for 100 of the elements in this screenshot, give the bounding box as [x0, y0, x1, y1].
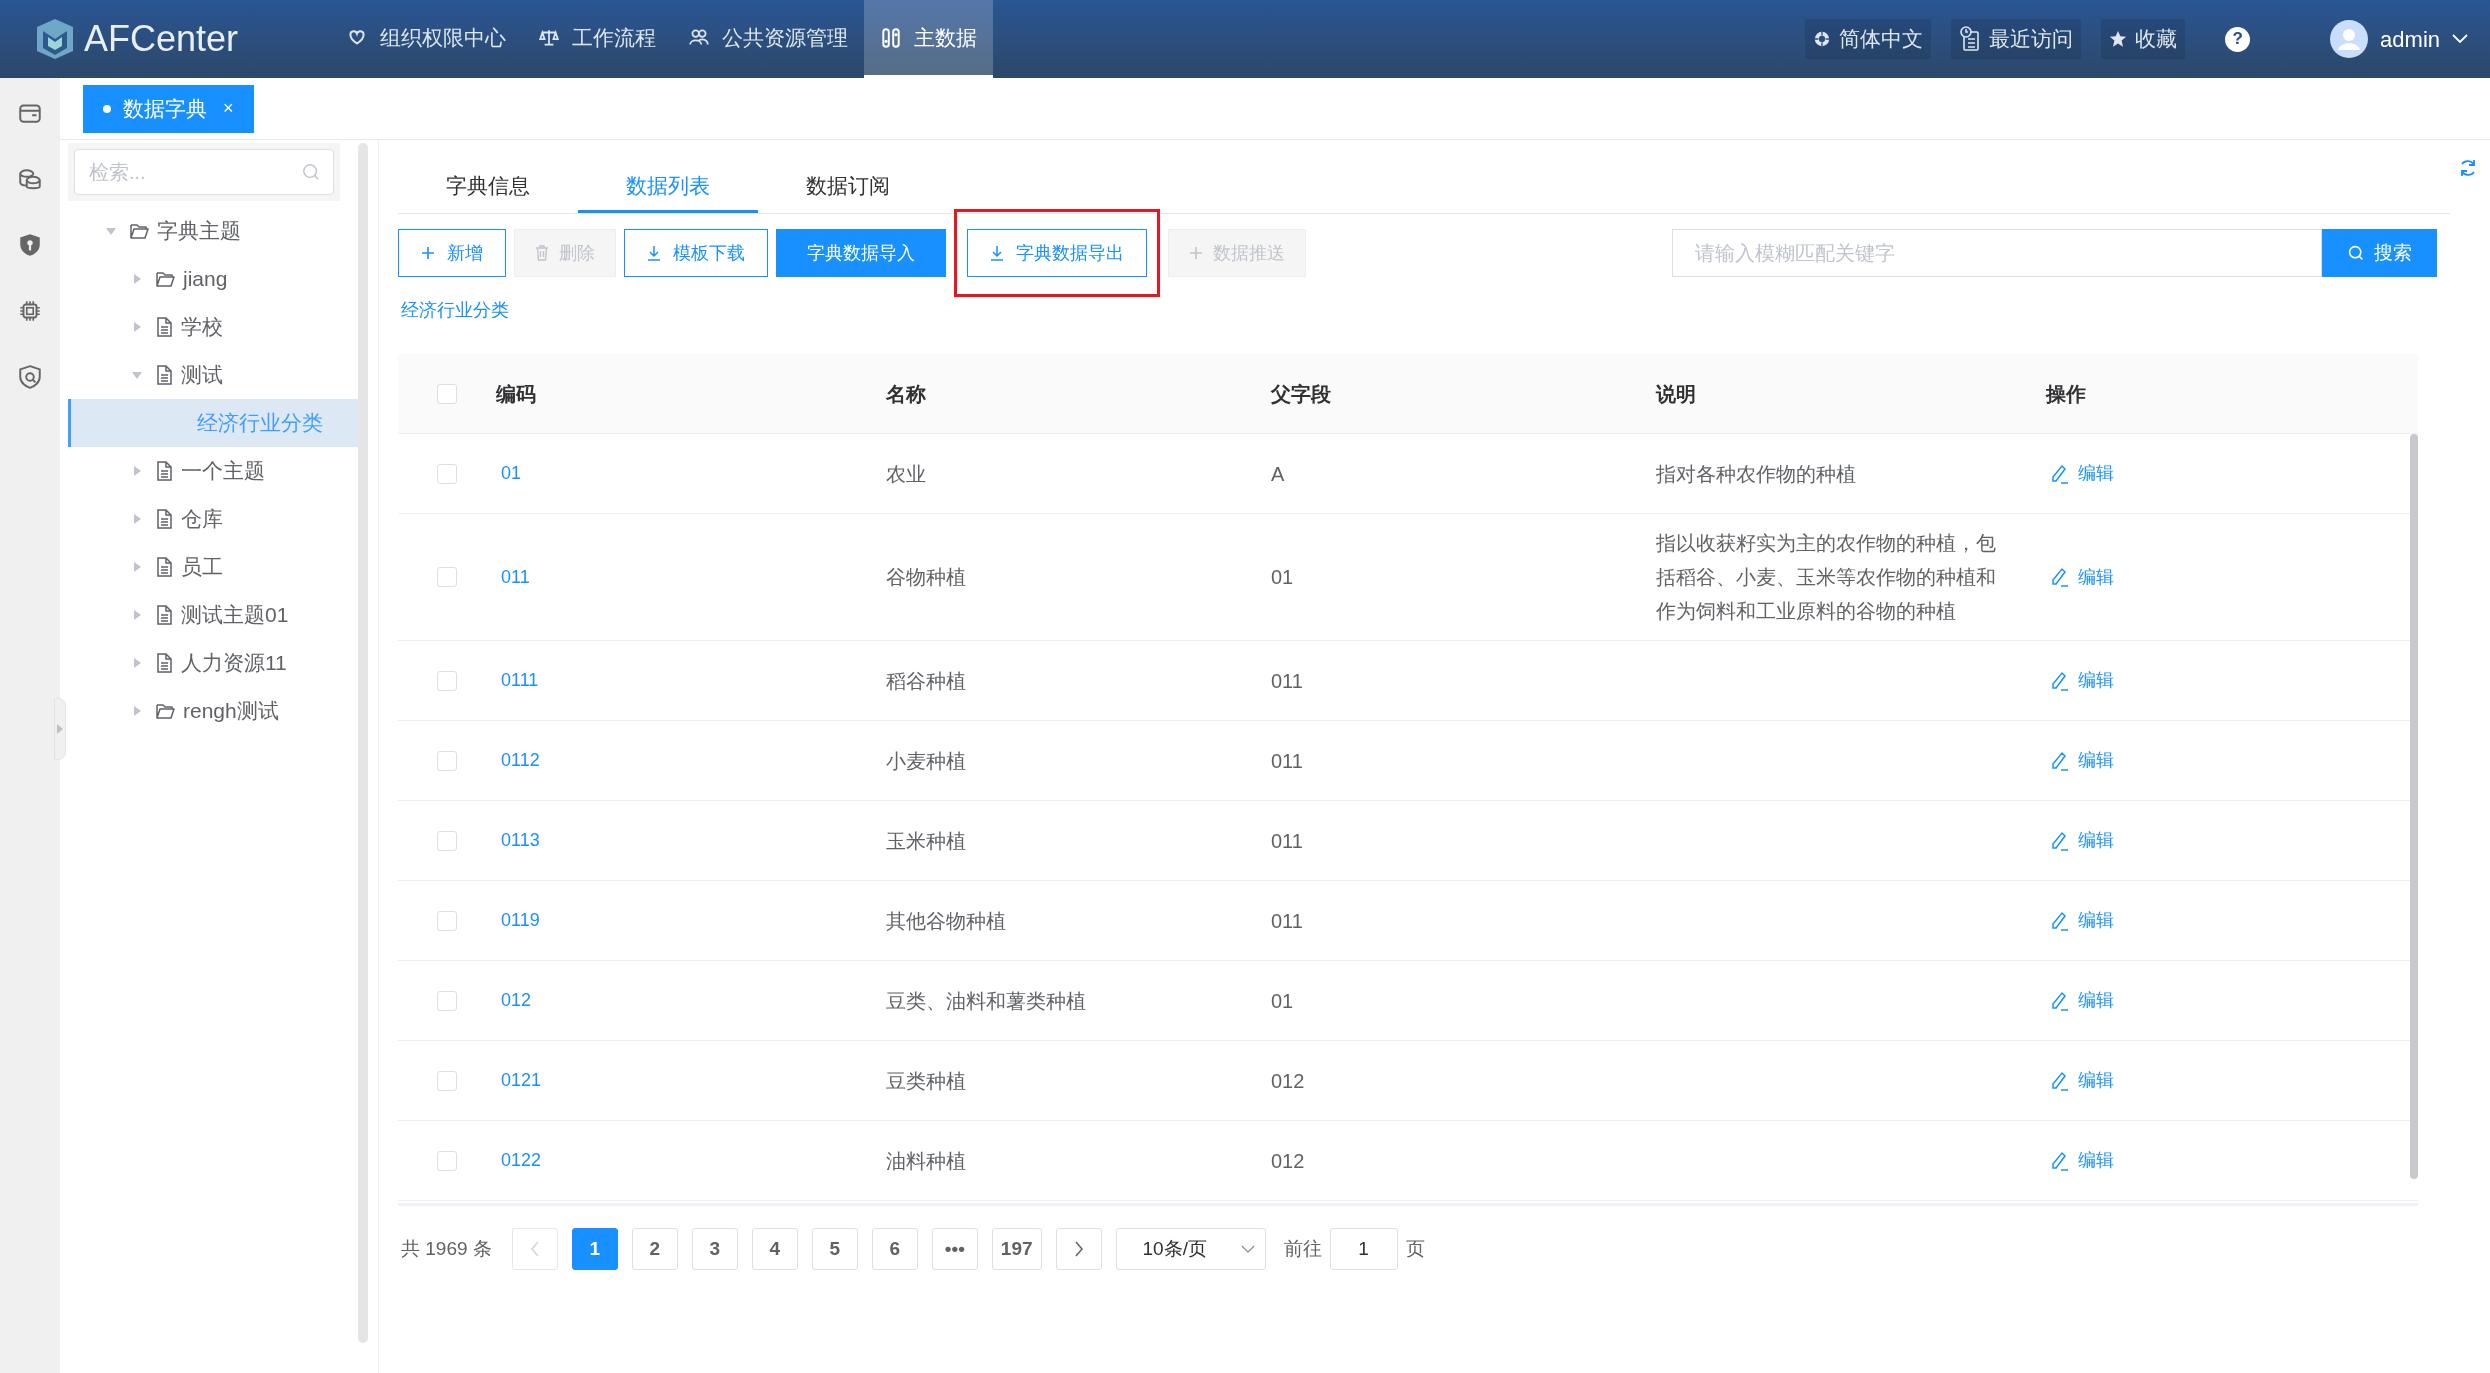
- row-checkbox[interactable]: [437, 910, 457, 931]
- next-page-button[interactable]: [1055, 1228, 1102, 1270]
- tree-item[interactable]: 测试: [68, 351, 358, 399]
- code-link[interactable]: 0119: [501, 910, 540, 930]
- page-button[interactable]: 197: [991, 1228, 1042, 1270]
- row-checkbox[interactable]: [437, 567, 457, 587]
- row-checkbox[interactable]: [437, 463, 457, 484]
- content-tab[interactable]: 数据订阅: [758, 161, 938, 213]
- search-button[interactable]: 搜索: [2322, 229, 2437, 277]
- edit-link[interactable]: 编辑: [2050, 747, 2114, 774]
- edit-link[interactable]: 编辑: [2050, 907, 2114, 934]
- favorites-button[interactable]: 收藏: [2101, 19, 2186, 59]
- code-link[interactable]: 0113: [501, 830, 540, 850]
- row-checkbox[interactable]: [437, 750, 457, 771]
- page-button[interactable]: 4: [751, 1228, 798, 1270]
- tree-item[interactable]: 测试主题01: [68, 591, 358, 639]
- tree-item[interactable]: 人力资源11: [68, 639, 358, 687]
- caret-icon: [131, 609, 143, 621]
- document-icon: [155, 365, 173, 385]
- table-cell: 01: [1271, 989, 1294, 1012]
- code-link[interactable]: 0121: [501, 1070, 542, 1090]
- row-checkbox[interactable]: [437, 830, 457, 851]
- tab-label: 数据字典: [123, 95, 207, 122]
- avatar-icon: [2330, 20, 2369, 58]
- tree-item[interactable]: 字典主题: [68, 207, 358, 255]
- code-link[interactable]: 011: [501, 566, 530, 587]
- keyword-search-field[interactable]: 请输入模糊匹配关键字: [1672, 229, 2322, 277]
- language-button[interactable]: 简体中文: [1805, 19, 1932, 59]
- caret-icon: [105, 225, 117, 237]
- page-button[interactable]: 1: [571, 1228, 618, 1270]
- tree-search-field[interactable]: 检索...: [74, 149, 334, 195]
- table-cell: 小麦种植: [886, 749, 966, 772]
- edit-link[interactable]: 编辑: [2050, 1147, 2114, 1174]
- chip-icon[interactable]: [17, 298, 43, 324]
- close-button[interactable]: ×: [223, 95, 234, 122]
- edit-link[interactable]: 编辑: [2050, 987, 2114, 1014]
- row-checkbox[interactable]: [437, 383, 457, 404]
- recent-button[interactable]: 最近访问: [1951, 19, 2082, 59]
- edit-link[interactable]: 编辑: [2050, 460, 2114, 487]
- pencil-icon: [2050, 830, 2070, 851]
- edit-link[interactable]: 编辑: [2050, 827, 2114, 854]
- column-header: 说明: [1656, 382, 1696, 405]
- page-button[interactable]: •••: [931, 1228, 978, 1270]
- tree-item[interactable]: rengh测试: [68, 687, 358, 735]
- document-icon: [155, 461, 173, 481]
- code-link[interactable]: 012: [501, 990, 532, 1010]
- page-size-select[interactable]: 10条/页: [1115, 1228, 1266, 1270]
- tree-item[interactable]: 经济行业分类: [68, 399, 358, 447]
- edit-link[interactable]: 编辑: [2050, 1067, 2114, 1094]
- refresh-icon[interactable]: [2458, 158, 2478, 178]
- page-button[interactable]: 5: [811, 1228, 858, 1270]
- row-checkbox[interactable]: [437, 1150, 457, 1171]
- table-cell: 玉米种植: [886, 829, 966, 852]
- breadcrumb-link[interactable]: 经济行业分类: [401, 300, 509, 320]
- page-tab[interactable]: 数据字典 ×: [83, 84, 254, 133]
- content-tab[interactable]: 字典信息: [398, 161, 578, 213]
- content-tab[interactable]: 数据列表: [578, 161, 758, 213]
- table-cell: 农业: [886, 462, 926, 485]
- table-cell: 01: [1271, 566, 1294, 588]
- page-button[interactable]: 2: [631, 1228, 678, 1270]
- toolbar-button[interactable]: 新增: [398, 229, 506, 277]
- tree-item[interactable]: jiang: [68, 255, 358, 303]
- help-button[interactable]: ?: [2225, 26, 2251, 52]
- toolbar-button[interactable]: 字典数据导入: [776, 229, 946, 277]
- clipboard-clock-icon: [1959, 26, 1982, 52]
- nav-tab[interactable]: 工作流程: [522, 0, 672, 78]
- shield-lock-icon[interactable]: [17, 232, 43, 258]
- toolbar-button[interactable]: 模板下载: [624, 229, 768, 277]
- collapse-handle[interactable]: [54, 698, 66, 760]
- caret-icon: [131, 705, 143, 717]
- coins-icon[interactable]: [17, 166, 43, 192]
- pencil-icon: [2050, 750, 2070, 771]
- tree-item[interactable]: 仓库: [68, 495, 358, 543]
- code-link[interactable]: 0112: [501, 750, 540, 770]
- code-link[interactable]: 01: [501, 463, 522, 483]
- document-icon: [155, 605, 173, 625]
- page-button[interactable]: 3: [691, 1228, 738, 1270]
- scrollbar[interactable]: [2410, 434, 2418, 1179]
- scrollbar[interactable]: [358, 143, 368, 1343]
- table-cell: 稻谷种植: [886, 669, 966, 692]
- page-button[interactable]: 6: [871, 1228, 918, 1270]
- row-checkbox[interactable]: [437, 990, 457, 1011]
- nav-tab[interactable]: 主数据: [864, 0, 993, 78]
- user-menu[interactable]: admin: [2330, 20, 2468, 58]
- folder-icon: [155, 702, 175, 720]
- edit-link[interactable]: 编辑: [2050, 667, 2114, 694]
- page-input[interactable]: 1: [1329, 1228, 1398, 1270]
- row-checkbox[interactable]: [437, 1070, 457, 1091]
- search-icon: [302, 163, 320, 181]
- nav-tab[interactable]: 公共资源管理: [672, 0, 864, 78]
- nav-tab[interactable]: 组织权限中心: [330, 0, 522, 78]
- row-checkbox[interactable]: [437, 670, 457, 691]
- toolbar-button[interactable]: 字典数据导出: [967, 229, 1147, 277]
- shield-search-icon[interactable]: [17, 364, 43, 390]
- code-link[interactable]: 0111: [501, 670, 539, 690]
- tree-item[interactable]: 员工: [68, 543, 358, 591]
- tree-item[interactable]: 一个主题: [68, 447, 358, 495]
- edit-link[interactable]: 编辑: [2050, 563, 2114, 591]
- code-link[interactable]: 0122: [501, 1150, 542, 1170]
- tree-item[interactable]: 学校: [68, 303, 358, 351]
